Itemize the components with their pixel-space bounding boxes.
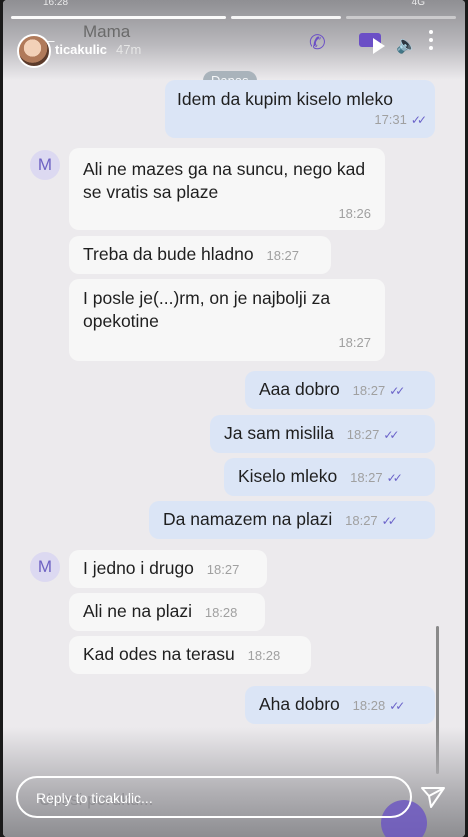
mute-icon[interactable]: 🔈 — [396, 35, 417, 55]
status-time: 16:28 — [43, 0, 69, 8]
story-frame: 16:28 4G ← Mama ✆ ticakulic 47m 🔈 Danas … — [3, 0, 465, 837]
call-icon[interactable]: ✆ — [309, 30, 326, 55]
message-text: Aaa dobro — [259, 379, 340, 399]
message-time: 18:27 — [266, 248, 300, 263]
status-bar: 16:28 4G — [3, 0, 465, 10]
avatar[interactable] — [17, 34, 51, 68]
message-bubble[interactable]: Da namazem na plazi 18:27 ✓✓ — [149, 501, 435, 539]
story-username[interactable]: ticakulic — [55, 42, 107, 57]
message-text: Ali ne na plazi — [83, 601, 192, 621]
story-progress-3 — [346, 16, 456, 19]
message-text: Ja sam mislila — [224, 423, 334, 443]
message-text: Kad odes na terasu — [83, 644, 235, 664]
message-text: Aha dobro — [259, 694, 340, 714]
read-ticks-icon: ✓✓ — [389, 699, 405, 713]
message-time: 18:27 — [346, 427, 380, 442]
message-bubble[interactable]: Kiselo mleko 18:27 ✓✓ — [224, 458, 435, 496]
message-time: 18:27 — [350, 470, 383, 485]
message-bubble[interactable]: Ali ne na plazi 18:28 — [69, 593, 265, 631]
read-ticks-icon: ✓✓ — [386, 471, 403, 485]
reply-input[interactable]: Reply to ticakulic... — [16, 776, 412, 818]
story-progress-1 — [11, 16, 226, 19]
message-time: 18:26 — [338, 206, 371, 221]
message-time: 18:28 — [352, 698, 386, 713]
reply-placeholder: Reply to ticakulic... — [36, 790, 153, 806]
message-text: Treba da bude hladno — [83, 244, 254, 264]
read-ticks-icon: ✓✓ — [383, 428, 399, 442]
read-ticks-icon: ✓✓ — [389, 384, 405, 398]
message-text: I jedno i drugo — [83, 558, 194, 578]
message-bubble[interactable]: Aaa dobro 18:27 ✓✓ — [245, 371, 435, 409]
sender-avatar[interactable]: M — [30, 150, 60, 180]
read-ticks-icon: ✓✓ — [381, 514, 398, 528]
message-time: 17:31 — [374, 112, 407, 127]
message-time: 18:27 — [345, 513, 378, 528]
play-icon[interactable] — [373, 38, 385, 54]
message-time: 18:28 — [204, 605, 238, 620]
message-text: Kiselo mleko — [238, 466, 338, 486]
contact-name: Mama — [83, 22, 131, 41]
message-text: Ali ne mazes ga na suncu, nego kad se vr… — [83, 159, 366, 202]
message-bubble[interactable]: Kad odes na terasu 18:28 — [69, 636, 311, 674]
message-bubble[interactable]: Ali ne mazes ga na suncu, nego kad se vr… — [69, 148, 385, 230]
message-bubble[interactable]: I jedno i drugo 18:27 — [69, 550, 267, 588]
send-icon[interactable] — [420, 784, 446, 810]
message-text: Idem da kupim kiselo mleko — [177, 89, 393, 109]
message-text: I posle je(...)rm, on je najbolji za ope… — [83, 288, 331, 331]
message-bubble[interactable]: Ja sam mislila 18:27 ✓✓ — [210, 415, 435, 453]
message-text: Da namazem na plazi — [163, 509, 333, 529]
message-time: 18:27 — [352, 383, 386, 398]
story-time-ago: 47m — [116, 42, 142, 57]
message-bubble[interactable]: Aha dobro 18:28 ✓✓ — [245, 686, 435, 724]
message-bubble[interactable]: I posle je(...)rm, on je najbolji za ope… — [69, 279, 385, 361]
message-bubble[interactable]: Treba da bude hladno 18:27 — [69, 236, 331, 274]
sender-avatar[interactable]: M — [30, 552, 60, 582]
status-signal: 4G — [411, 0, 425, 8]
read-ticks-icon: ✓✓ — [410, 113, 427, 127]
message-time: 18:28 — [247, 648, 281, 663]
message-bubble[interactable]: Idem da kupim kiselo mleko 17:31 ✓✓ — [165, 80, 435, 138]
more-icon[interactable] — [429, 30, 433, 54]
story-progress-2 — [231, 16, 341, 19]
message-time: 18:27 — [338, 335, 371, 350]
message-time: 18:27 — [206, 562, 240, 577]
